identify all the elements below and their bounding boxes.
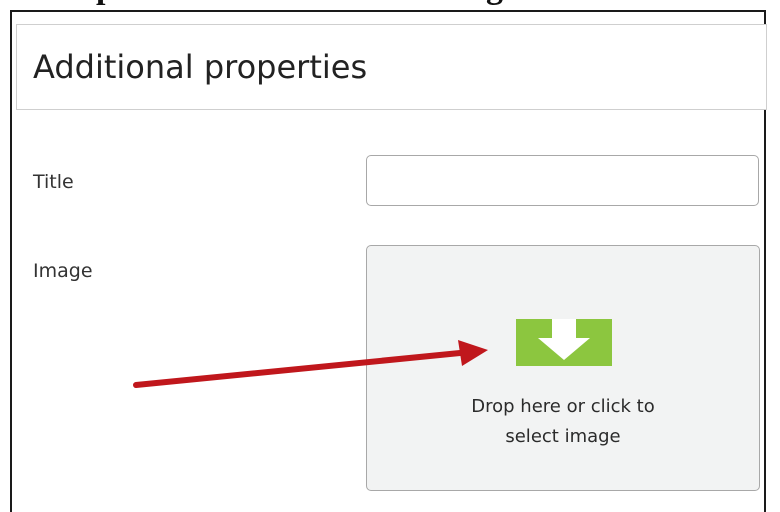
title-field-label: Title [33,171,74,193]
image-field-label: Image [33,260,93,282]
drop-zone-instructions: Drop here or click to select image [367,392,759,452]
download-arrow-icon [516,319,612,366]
drop-zone-line-2: select image [505,426,621,447]
panel-header: Additional properties [16,24,767,110]
cropped-heading-right: g [486,0,503,6]
drop-zone-line-1: Drop here or click to [471,396,655,417]
image-drop-zone[interactable]: Drop here or click to select image [366,245,760,491]
panel-title: Additional properties [33,48,368,86]
cropped-heading-left: p [96,0,115,6]
title-input[interactable] [366,155,759,206]
cropped-heading-fragment: p g [0,0,780,6]
